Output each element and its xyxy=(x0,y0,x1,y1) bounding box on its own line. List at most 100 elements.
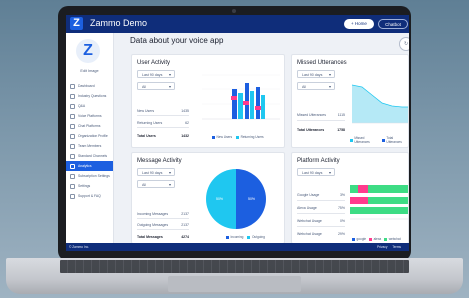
divider xyxy=(137,115,189,116)
stat-label: Total Users xyxy=(137,134,156,138)
chart-legend: Incoming Outgoing xyxy=(226,235,265,239)
platform-activity-card: Platform Activity Last 90 days ▾ Google U… xyxy=(291,152,409,244)
legend-label: webchat xyxy=(388,237,401,241)
legend-swatch xyxy=(212,135,215,139)
sidebar-item-analytics[interactable]: Analytics xyxy=(66,161,113,171)
divider xyxy=(297,226,345,227)
stat-value: 3% xyxy=(339,193,345,197)
app-title: Zammo Demo xyxy=(90,18,148,28)
platform-activity-chart xyxy=(350,185,408,220)
app-screen: Z Zammo Demo + Home Chatbot Z Edit Image… xyxy=(66,15,409,251)
stat-total-row: Total Messages 4274 xyxy=(137,235,189,239)
legend-swatch xyxy=(369,237,373,241)
filter-dropdown[interactable]: All ▾ xyxy=(137,180,175,188)
stat-value: 2137 xyxy=(181,223,189,227)
legend-swatch xyxy=(247,235,251,239)
divider xyxy=(297,200,345,201)
stat-total-row: Total Users 1432 xyxy=(137,134,189,138)
divider xyxy=(137,127,189,128)
legend-label: alexa xyxy=(373,237,382,241)
stat-label: Missed Utterances xyxy=(297,113,326,117)
privacy-link[interactable]: Privacy xyxy=(377,245,387,249)
webcam-icon xyxy=(232,9,236,13)
chatbot-button[interactable]: Chatbot xyxy=(378,19,408,29)
copyright: © Zammo Inc. xyxy=(69,244,90,249)
missed-utterances-chart xyxy=(351,84,408,124)
building-icon xyxy=(70,133,75,139)
highlight-marker xyxy=(243,101,249,105)
period-dropdown[interactable]: Last 90 days ▾ xyxy=(297,70,335,78)
divider xyxy=(137,229,189,230)
period-dropdown[interactable]: Last 90 days ▾ xyxy=(137,70,175,78)
stat-row: New Users 1435 xyxy=(137,109,189,113)
stat-value: 75% xyxy=(337,206,345,210)
sidebar-item-organization-profile[interactable]: Organization Profile xyxy=(66,131,113,141)
refresh-button[interactable]: ↻ xyxy=(399,37,409,51)
home-button[interactable]: + Home xyxy=(344,19,374,29)
sidebar-item-chat-platforms[interactable]: Chat Platforms xyxy=(66,121,113,131)
edit-image-link[interactable]: Edit Image xyxy=(66,69,113,73)
legend-swatch xyxy=(382,138,385,142)
avatar[interactable]: Z xyxy=(76,39,100,63)
footer-links: Privacy Terms xyxy=(373,245,401,249)
legend-label: Outgoing xyxy=(251,235,265,239)
stat-row: Returning Users 62 xyxy=(137,121,189,125)
period-dropdown[interactable]: Last 90 days ▾ xyxy=(137,168,175,176)
stat-label: Total Utterances xyxy=(297,128,325,132)
stat-value: 29% xyxy=(337,232,345,236)
stat-label: Incoming Messages xyxy=(137,212,169,216)
period-dropdown[interactable]: Last 90 days ▾ xyxy=(297,168,335,176)
sidebar-item-label: Support & FAQ xyxy=(78,194,101,198)
filter-dropdown[interactable]: All ▾ xyxy=(137,82,175,90)
page-title: Data about your voice app xyxy=(130,36,224,45)
sidebar-item-standard-channels[interactable]: Standard Channels xyxy=(66,151,113,161)
stat-total-row: Total Utterances 1758 xyxy=(297,128,345,132)
sidebar-item-dashboard[interactable]: Dashboard xyxy=(66,81,113,91)
sidebar-item-support[interactable]: Support & FAQ xyxy=(66,191,113,201)
zammo-logo[interactable]: Z xyxy=(70,17,83,30)
keyboard xyxy=(60,260,409,273)
sidebar-item-subscription-settings[interactable]: Subscription Settings xyxy=(66,171,113,181)
gear-icon xyxy=(70,183,75,189)
sidebar-item-label: Q&A xyxy=(78,104,86,108)
help-icon xyxy=(70,193,75,199)
sidebar-item-label: Analytics xyxy=(78,164,92,168)
chevron-down-icon: ▾ xyxy=(328,170,331,175)
divider xyxy=(297,213,345,214)
sidebar-item-settings[interactable]: Settings xyxy=(66,181,113,191)
stat-value: 4274 xyxy=(181,235,189,239)
footer: © Zammo Inc. Privacy Terms xyxy=(66,243,409,251)
sidebar: Z Edit Image Dashboard Industry Question… xyxy=(66,33,114,251)
microphone-icon xyxy=(70,113,75,119)
sidebar-item-qa[interactable]: Q&A xyxy=(66,101,113,111)
sidebar-item-team-members[interactable]: Team Members xyxy=(66,141,113,151)
legend-label: Incoming xyxy=(230,235,244,239)
card-title: Message Activity xyxy=(137,158,182,164)
sidebar-item-industry-questions[interactable]: Industry Questions xyxy=(66,91,113,101)
bar-segment-alexa xyxy=(350,197,368,204)
stat-label: Alexa Usage xyxy=(297,206,317,210)
stat-label: Returning Users xyxy=(137,121,163,125)
chevron-down-icon: ▾ xyxy=(168,182,171,187)
stat-row: Webchat Usage 29% xyxy=(297,232,345,236)
question-icon xyxy=(70,93,75,99)
card-icon xyxy=(70,173,75,179)
dropdown-value: Last 90 days xyxy=(302,171,323,175)
sidebar-item-label: Organization Profile xyxy=(78,134,108,138)
highlight-marker xyxy=(255,106,261,110)
bar-segment-google xyxy=(350,185,358,193)
sidebar-item-voice-platforms[interactable]: Voice Platforms xyxy=(66,111,113,121)
stat-row: Google Usage 3% xyxy=(297,193,345,197)
stat-label: Outgoing Messages xyxy=(137,223,169,227)
sidebar-item-label: Team Members xyxy=(78,144,102,148)
chevron-down-icon: ▾ xyxy=(168,170,171,175)
terms-link[interactable]: Terms xyxy=(392,245,401,249)
legend-swatch xyxy=(352,237,355,241)
user-activity-chart xyxy=(202,74,280,120)
chart-legend: google alexa webchat xyxy=(352,237,401,241)
chevron-down-icon: ▾ xyxy=(168,72,171,77)
stat-label: Webchat Usage xyxy=(297,232,322,236)
filter-dropdown[interactable]: All ▾ xyxy=(297,82,335,90)
bar-returning-users xyxy=(238,93,243,119)
stat-label: Google Usage xyxy=(297,193,320,197)
